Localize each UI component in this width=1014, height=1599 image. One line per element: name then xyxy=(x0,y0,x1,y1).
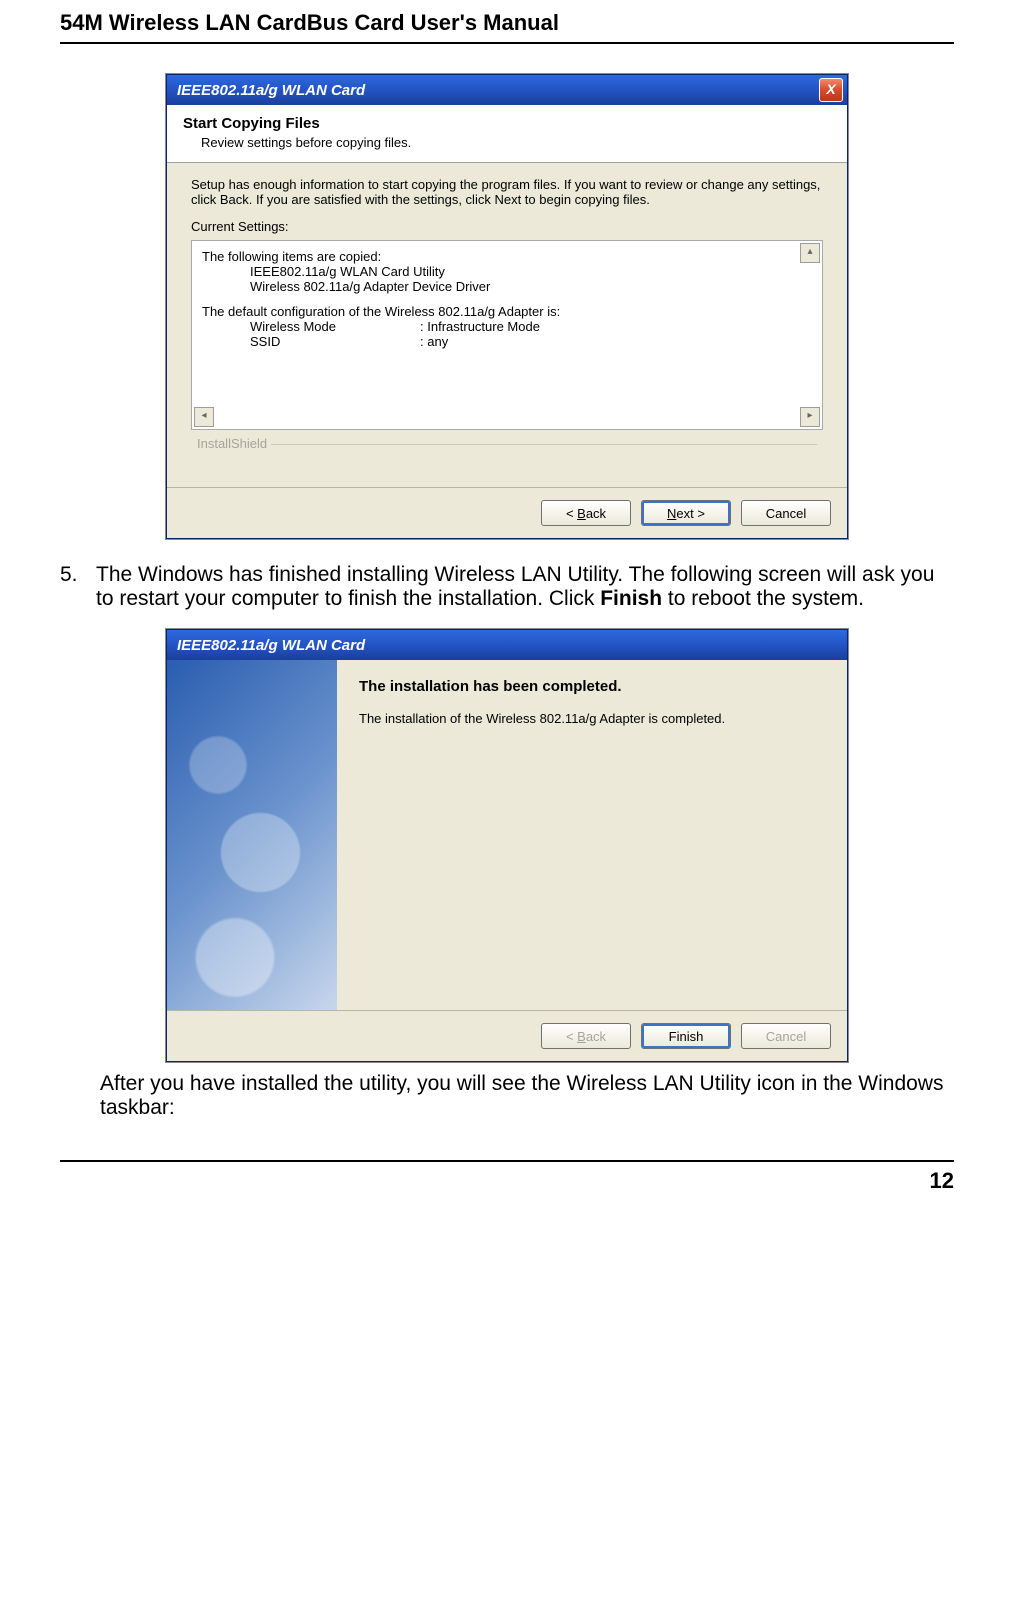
settings-val: any xyxy=(420,334,448,349)
btn-text: ext > xyxy=(676,506,705,521)
after-install-text: After you have installed the utility, yo… xyxy=(100,1072,954,1120)
settings-line: The following items are copied: xyxy=(202,249,812,264)
titlebar[interactable]: IEEE802.11a/g WLAN Card xyxy=(167,630,847,660)
btn-text: ack xyxy=(586,1029,606,1044)
btn-text: < xyxy=(566,1029,577,1044)
settings-val: Infrastructure Mode xyxy=(420,319,540,334)
banner: Start Copying Files Review settings befo… xyxy=(167,105,847,163)
btn-text: B xyxy=(577,506,586,521)
settings-line: The default configuration of the Wireles… xyxy=(202,304,812,319)
intro-text: Setup has enough information to start co… xyxy=(191,177,823,207)
step-text: The Windows has finished installing Wire… xyxy=(96,563,954,611)
current-settings-label: Current Settings: xyxy=(191,219,823,234)
settings-kv-row: Wireless Mode Infrastructure Mode xyxy=(202,319,812,334)
banner-title: Start Copying Files xyxy=(183,115,831,132)
settings-key: Wireless Mode xyxy=(250,319,420,334)
next-button[interactable]: Next > xyxy=(641,500,731,526)
installshield-divider: InstallShield xyxy=(197,444,817,460)
back-button[interactable]: < Back xyxy=(541,500,631,526)
page-number: 12 xyxy=(930,1168,954,1193)
settings-kv-row: SSID any xyxy=(202,334,812,349)
completed-body: The installation of the Wireless 802.11a… xyxy=(359,711,825,726)
scroll-right-icon[interactable]: ▸ xyxy=(800,407,820,427)
btn-text: < xyxy=(566,506,577,521)
page-header: 54M Wireless LAN CardBus Card User's Man… xyxy=(60,10,954,44)
step-5: 5. The Windows has finished installing W… xyxy=(60,563,954,611)
back-button: < Back xyxy=(541,1023,631,1049)
scroll-up-icon[interactable]: ▴ xyxy=(800,243,820,263)
settings-item: Wireless 802.11a/g Adapter Device Driver xyxy=(202,279,812,294)
install-dialog-copying: IEEE802.11a/g WLAN Card X Start Copying … xyxy=(166,74,848,539)
wizard-side-art xyxy=(167,660,337,1010)
cancel-button[interactable]: Cancel xyxy=(741,500,831,526)
completed-heading: The installation has been completed. xyxy=(359,678,825,695)
current-settings-box: The following items are copied: IEEE802.… xyxy=(191,240,823,430)
installshield-label: InstallShield xyxy=(193,436,271,451)
page-footer: 12 xyxy=(60,1160,954,1194)
finish-button[interactable]: Finish xyxy=(641,1023,731,1049)
button-bar: < Back Next > Cancel xyxy=(167,487,847,538)
close-icon[interactable]: X xyxy=(819,78,843,102)
dialog-body: Setup has enough information to start co… xyxy=(167,163,847,487)
titlebar-text: IEEE802.11a/g WLAN Card xyxy=(177,82,819,99)
titlebar-text: IEEE802.11a/g WLAN Card xyxy=(177,637,843,654)
btn-text: ack xyxy=(586,506,606,521)
settings-item: IEEE802.11a/g WLAN Card Utility xyxy=(202,264,812,279)
settings-key: SSID xyxy=(250,334,420,349)
button-bar: < Back Finish Cancel xyxy=(167,1010,847,1061)
dialog-body: The installation has been completed. The… xyxy=(167,660,847,1010)
step-text-bold: Finish xyxy=(600,587,662,610)
btn-text: N xyxy=(667,506,676,521)
install-dialog-completed: IEEE802.11a/g WLAN Card The installation… xyxy=(166,629,848,1062)
titlebar[interactable]: IEEE802.11a/g WLAN Card X xyxy=(167,75,847,105)
cancel-button: Cancel xyxy=(741,1023,831,1049)
step-text-part: to reboot the system. xyxy=(662,587,864,610)
step-number: 5. xyxy=(60,563,96,611)
scroll-left-icon[interactable]: ◂ xyxy=(194,407,214,427)
btn-text: B xyxy=(577,1029,586,1044)
banner-subtitle: Review settings before copying files. xyxy=(201,135,831,150)
